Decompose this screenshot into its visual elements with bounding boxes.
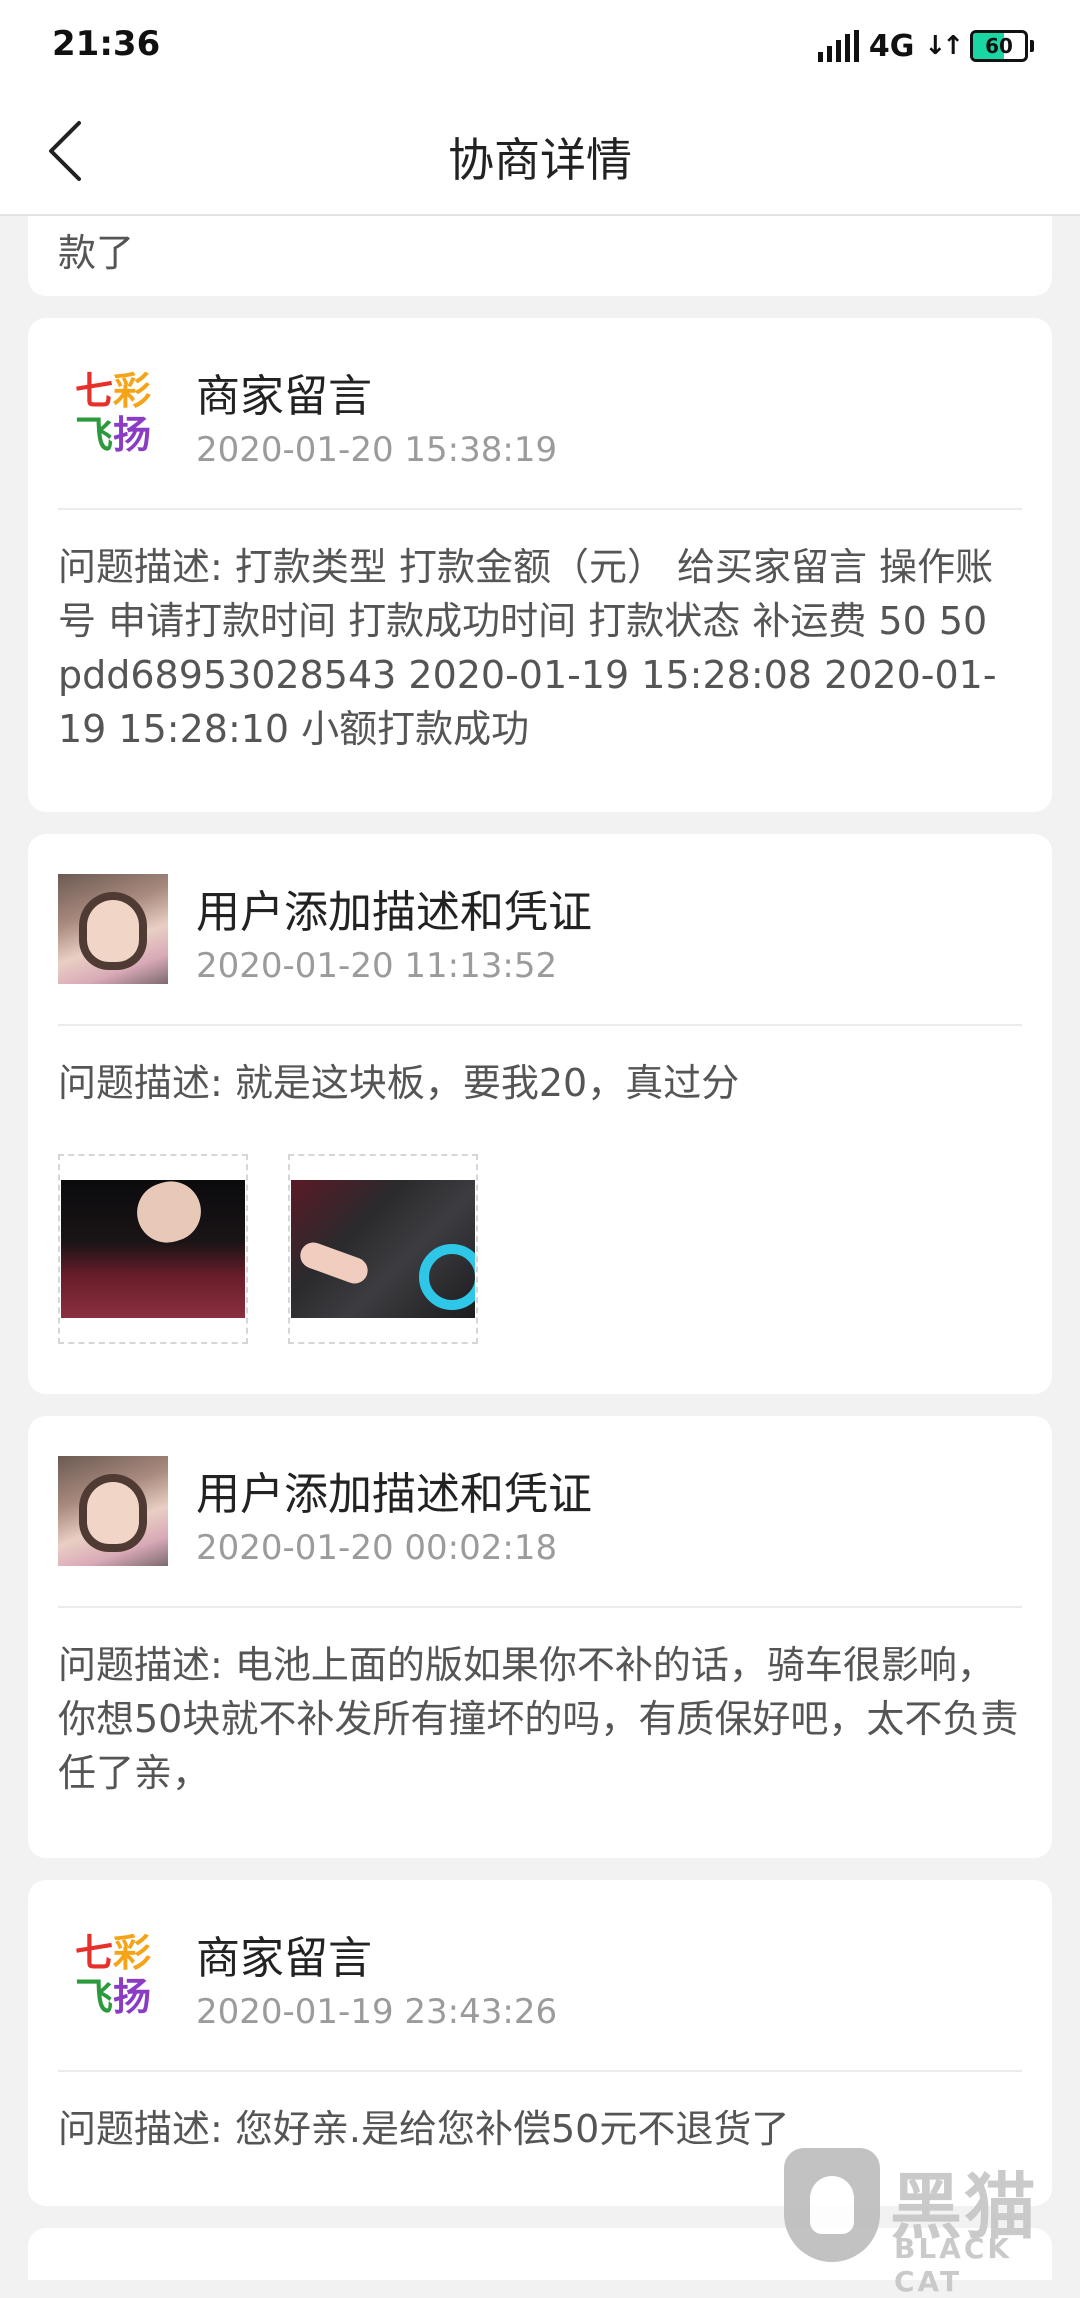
history-card: 款了 bbox=[28, 216, 1052, 296]
card-description: 款了 bbox=[58, 231, 135, 275]
card-title: 商家留言 bbox=[196, 371, 372, 422]
status-icons: 4G ↓↑ 60 bbox=[817, 26, 1034, 66]
status-bar: 21:36 4G ↓↑ 60 bbox=[0, 0, 1080, 90]
logo-text-1: 七彩 bbox=[74, 1931, 152, 1975]
divider bbox=[58, 2070, 1022, 2072]
battery-level: 60 bbox=[985, 34, 1013, 58]
card-description: 问题描述: 就是这块板，要我20，真过分 bbox=[58, 1061, 740, 1105]
status-time: 21:36 bbox=[52, 24, 161, 64]
card-time: 2020-01-20 11:13:52 bbox=[196, 946, 558, 986]
battery-tip bbox=[1030, 40, 1034, 52]
card-time: 2020-01-19 23:43:26 bbox=[196, 1992, 558, 2032]
black-cat-watermark: 黑猫 BLACK CAT bbox=[784, 2140, 1064, 2298]
shop-logo-icon: 七彩 飞扬 bbox=[58, 1920, 168, 2030]
card-title: 商家留言 bbox=[196, 1933, 372, 1984]
history-card: 用户添加描述和凭证 2020-01-20 00:02:18 问题描述: 电池上面… bbox=[28, 1416, 1052, 1858]
user-avatar bbox=[58, 874, 168, 984]
card-title: 用户添加描述和凭证 bbox=[196, 1469, 592, 1520]
history-card: 用户添加描述和凭证 2020-01-20 11:13:52 问题描述: 就是这块… bbox=[28, 834, 1052, 1394]
negotiation-list[interactable]: 款了 七彩 飞扬 商家留言 2020-01-20 15:38:19 问题描述: … bbox=[0, 216, 1080, 2280]
network-type: 4G bbox=[868, 28, 915, 64]
nav-bar: 协商详情 bbox=[0, 90, 1080, 216]
cat-shield-icon bbox=[784, 2148, 880, 2262]
divider bbox=[58, 1024, 1022, 1026]
evidence-image-2[interactable] bbox=[288, 1154, 478, 1344]
card-time: 2020-01-20 15:38:19 bbox=[196, 430, 558, 470]
signal-icon bbox=[817, 30, 859, 62]
evidence-image-1[interactable] bbox=[58, 1154, 248, 1344]
logo-text-2: 飞扬 bbox=[74, 413, 152, 457]
shop-logo-icon: 七彩 飞扬 bbox=[58, 358, 168, 468]
card-time: 2020-01-20 00:02:18 bbox=[196, 1528, 558, 1568]
card-description: 问题描述: 电池上面的版如果你不补的话，骑车很影响，你想50块就不补发所有撞坏的… bbox=[58, 1643, 1019, 1795]
card-description: 问题描述: 打款类型 打款金额（元） 给买家留言 操作账号 申请打款时间 打款成… bbox=[58, 545, 997, 751]
user-avatar bbox=[58, 1456, 168, 1566]
card-title: 用户添加描述和凭证 bbox=[196, 887, 592, 938]
logo-text-2: 飞扬 bbox=[74, 1975, 152, 2019]
history-card: 七彩 飞扬 商家留言 2020-01-20 15:38:19 问题描述: 打款类… bbox=[28, 318, 1052, 812]
battery-icon: 60 bbox=[970, 30, 1028, 62]
divider bbox=[58, 508, 1022, 510]
page-title: 协商详情 bbox=[448, 133, 632, 187]
divider bbox=[58, 1606, 1022, 1608]
logo-text-1: 七彩 bbox=[74, 369, 152, 413]
data-transfer-icon: ↓↑ bbox=[924, 31, 964, 61]
watermark-en: BLACK CAT bbox=[894, 2232, 1013, 2298]
